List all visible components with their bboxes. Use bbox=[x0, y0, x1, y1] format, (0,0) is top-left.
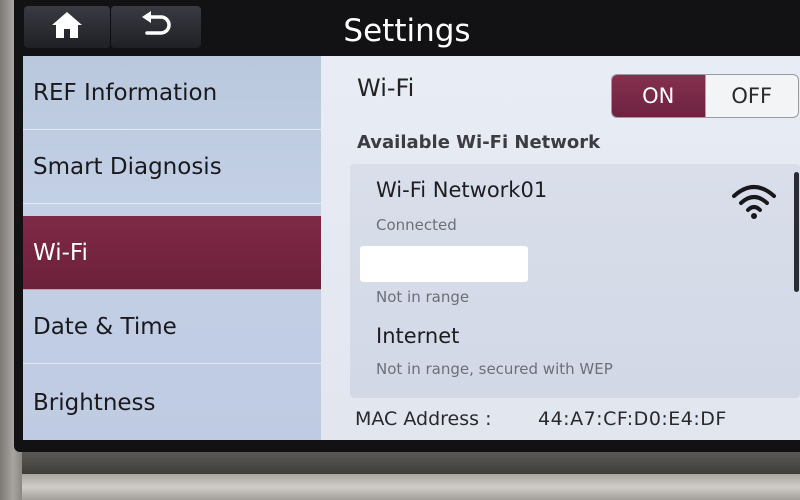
network-list: Wi-Fi Network01 Connected Not in range I… bbox=[350, 164, 800, 398]
wifi-off-button[interactable]: OFF bbox=[704, 75, 799, 117]
wifi-label: Wi-Fi bbox=[357, 74, 415, 102]
device-trim bbox=[22, 474, 800, 500]
redacted-network-name bbox=[360, 246, 528, 282]
network-name: Internet bbox=[376, 324, 460, 348]
network-list-scrollbar[interactable] bbox=[794, 172, 799, 292]
mac-address-value: 44:A7:CF:D0:E4:DF bbox=[538, 408, 727, 430]
menu-item-wifi[interactable]: Wi-Fi bbox=[23, 216, 321, 290]
available-networks-heading: Available Wi-Fi Network bbox=[357, 132, 601, 153]
back-button[interactable] bbox=[110, 6, 201, 48]
mac-address-label: MAC Address : bbox=[355, 408, 492, 430]
menu-item-ref-information[interactable]: REF Information bbox=[23, 56, 321, 130]
device-frame-bottom bbox=[22, 452, 800, 474]
wifi-panel: Wi-Fi ON OFF Available Wi-Fi Network Wi-… bbox=[321, 56, 800, 440]
home-button[interactable] bbox=[24, 6, 110, 48]
menu-item-smart-diagnosis[interactable]: Smart Diagnosis bbox=[23, 130, 321, 204]
wifi-signal-icon bbox=[731, 182, 777, 226]
wifi-toggle[interactable]: ON OFF bbox=[611, 74, 799, 118]
network-status: Connected bbox=[376, 216, 457, 234]
network-name: Wi-Fi Network01 bbox=[376, 178, 548, 202]
settings-menu: REF Information Smart Diagnosis Wi-Fi Da… bbox=[23, 56, 333, 440]
back-arrow-icon bbox=[139, 11, 173, 43]
home-icon bbox=[50, 10, 84, 44]
menu-item-brightness[interactable]: Brightness bbox=[23, 366, 321, 440]
wifi-on-button[interactable]: ON bbox=[612, 75, 705, 117]
network-status: Not in range bbox=[376, 288, 470, 306]
menu-item-date-time[interactable]: Date & Time bbox=[23, 290, 321, 364]
network-status: Not in range, secured with WEP bbox=[376, 360, 613, 378]
